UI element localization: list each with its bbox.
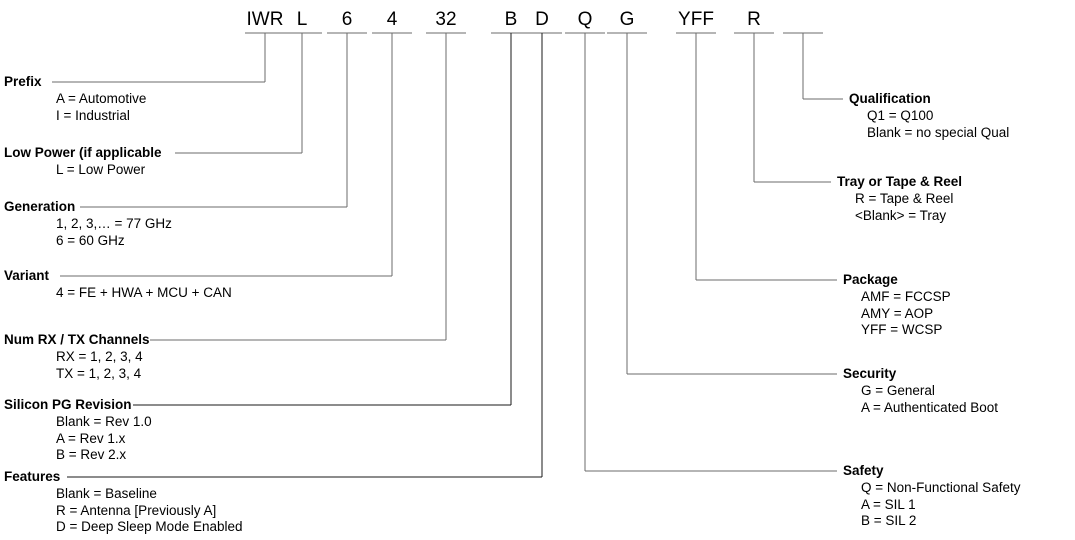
part-number-segment-6: D xyxy=(535,9,549,30)
right-group-title: Security xyxy=(843,366,897,381)
left-group-6: Features Blank = Baseline R = Antenna [Pre… xyxy=(4,469,243,536)
left-group-details: RX = 1, 2, 3, 4 TX = 1, 2, 3, 4 xyxy=(4,349,150,382)
left-group-title: Generation xyxy=(4,199,76,214)
right-group-3: Security G = General A = Authenticated Boo… xyxy=(843,366,998,416)
left-group-details: 4 = FE + HWA + MCU + CAN xyxy=(4,285,232,302)
right-group-detail-line: Q = Non-Functional Safety xyxy=(861,480,1021,495)
right-group-detail-line: R = Tape & Reel xyxy=(855,191,954,206)
left-group-detail-line: I = Industrial xyxy=(56,107,130,123)
left-group-detail-line: RX = 1, 2, 3, 4 xyxy=(56,349,143,364)
left-group-title: Num RX / TX Channels xyxy=(4,332,150,347)
right-group-1: Tray or Tape & Reel R = Tape & Reel <Blank… xyxy=(837,174,962,224)
right-group-4: Safety Q = Non-Functional Safety A = SIL 1… xyxy=(843,463,1020,530)
right-group-0: Qualification Q1 = Q100 Blank = no special… xyxy=(849,91,1009,141)
right-group-2: Package AMF = FCCSP AMY = AOP YFF = WCSP xyxy=(843,272,951,339)
part-number-segment-4: 32 xyxy=(435,9,457,30)
left-group-detail-line: 4 = FE + HWA + MCU + CAN xyxy=(56,285,232,300)
part-number-segment-1: L xyxy=(296,9,308,30)
left-group-title: Low Power (if applicable xyxy=(4,145,162,160)
part-number-segment-2: 6 xyxy=(341,9,353,30)
part-number-segment-10: R xyxy=(747,9,761,30)
left-group-detail-line: 1, 2, 3,… = 77 GHz xyxy=(56,216,172,231)
right-group-details: Q = Non-Functional Safety A = SIL 1B = SI… xyxy=(843,480,1020,530)
left-group-detail-line: L = Low Power xyxy=(56,162,146,177)
left-group-detail-line: R = Antenna [Previously A] xyxy=(56,502,217,518)
right-group-detail-line: B = SIL 2 xyxy=(861,513,917,528)
right-group-detail-line: Q1 = Q100 xyxy=(867,108,934,123)
right-group-title: Tray or Tape & Reel xyxy=(837,174,963,189)
right-group-detail-line: <Blank> = Tray xyxy=(855,207,947,223)
right-group-detail-line: YFF = WCSP xyxy=(861,322,943,337)
left-group-detail-line: Blank = Rev 1.0 xyxy=(56,414,152,429)
left-group-details: A = Automotive I = Industrial xyxy=(4,91,146,124)
part-number-decoder-diagram: IWR L 6 4 32 B D Q G YFF R Prefix A = Automotive I =… xyxy=(0,0,1075,540)
right-group-details: Q1 = Q100 Blank = no special Qual xyxy=(849,108,1009,141)
left-group-1: Low Power (if applicable L = Low Power xyxy=(4,145,162,179)
left-group-detail-line: Blank = Baseline xyxy=(56,486,157,501)
left-group-details: Blank = Baseline R = Antenna [Previously … xyxy=(4,486,243,536)
part-number-segment-8: G xyxy=(619,9,635,30)
right-group-detail-line: A = Authenticated Boot xyxy=(861,399,998,415)
part-number-segment-0: IWR xyxy=(246,9,284,30)
left-group-detail-line: D = Deep Sleep Mode Enabled xyxy=(56,519,243,534)
right-group-detail-line: A = SIL 1 xyxy=(861,496,916,512)
left-group-0: Prefix A = Automotive I = Industrial xyxy=(4,74,146,124)
left-group-detail-line: A = Automotive xyxy=(56,91,147,106)
left-group-details: L = Low Power xyxy=(4,162,162,179)
part-number-segment-5: B xyxy=(504,9,518,30)
right-group-detail-line: AMF = FCCSP xyxy=(861,289,951,304)
part-number-segment-3: 4 xyxy=(386,9,398,30)
left-group-detail-line: A = Rev 1.x xyxy=(56,430,126,446)
left-group-details: Blank = Rev 1.0 A = Rev 1.x B = Rev 2.x xyxy=(4,414,152,464)
left-group-title: Silicon PG Revision xyxy=(4,397,132,412)
left-group-3: Variant 4 = FE + HWA + MCU + CAN xyxy=(4,268,232,302)
right-group-details: R = Tape & Reel <Blank> = Tray xyxy=(837,191,962,224)
right-group-details: AMF = FCCSP AMY = AOP YFF = WCSP xyxy=(843,289,951,339)
left-group-title: Features xyxy=(4,469,61,484)
left-group-2: Generation 1, 2, 3,… = 77 GHz 6 = 60 GHz xyxy=(4,199,172,249)
part-number-segment-9: YFF xyxy=(678,9,714,30)
left-group-4: Num RX / TX Channels RX = 1, 2, 3, 4 TX = … xyxy=(4,332,150,382)
left-group-title: Prefix xyxy=(4,74,42,89)
right-group-title: Qualification xyxy=(849,91,931,106)
left-group-title: Variant xyxy=(4,268,50,283)
left-group-detail-line: 6 = 60 GHz xyxy=(56,232,125,248)
left-group-5: Silicon PG Revision Blank = Rev 1.0 A = Re… xyxy=(4,397,152,464)
right-group-detail-line: Blank = no special Qual xyxy=(867,124,1010,140)
right-group-details: G = General A = Authenticated Boot xyxy=(843,383,998,416)
left-group-details: 1, 2, 3,… = 77 GHz 6 = 60 GHz xyxy=(4,216,172,249)
left-group-detail-line: TX = 1, 2, 3, 4 xyxy=(56,365,142,381)
right-group-title: Safety xyxy=(843,463,884,478)
right-group-detail-line: G = General xyxy=(861,383,935,398)
part-number-segment-7: Q xyxy=(577,9,593,30)
left-group-detail-line: B = Rev 2.x xyxy=(56,447,127,462)
right-group-detail-line: AMY = AOP xyxy=(861,305,934,321)
right-group-title: Package xyxy=(843,272,898,287)
